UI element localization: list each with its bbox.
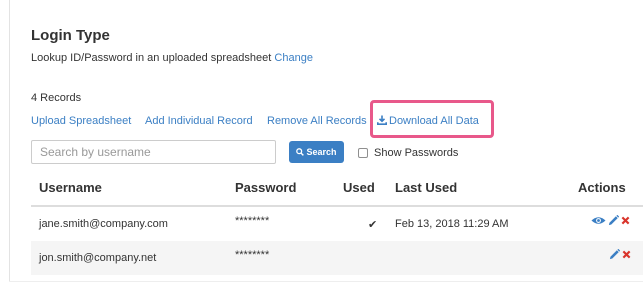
view-icon[interactable] — [591, 215, 606, 226]
last-used-cell: Feb 13, 2018 11:29 AM — [395, 218, 509, 230]
column-header-password: Password — [235, 180, 297, 195]
edit-icon[interactable] — [609, 249, 620, 260]
used-checkmark-icon: ✔ — [368, 219, 378, 231]
password-cell: ******** — [235, 215, 270, 227]
login-type-description: Lookup ID/Password in an uploaded spread… — [31, 52, 313, 64]
column-header-username: Username — [39, 180, 102, 195]
column-header-actions: Actions — [578, 180, 626, 195]
download-highlight-callout — [370, 100, 494, 138]
username-cell: jane.smith@company.com — [39, 218, 168, 230]
show-passwords-toggle: Show Passwords — [358, 147, 458, 159]
add-individual-record-link[interactable]: Add Individual Record — [145, 115, 253, 127]
row-actions — [609, 249, 631, 260]
search-icon — [296, 148, 305, 156]
show-passwords-checkbox[interactable] — [358, 148, 368, 158]
delete-icon[interactable] — [621, 216, 630, 225]
column-header-used: Used — [343, 180, 375, 195]
records-count: 4 Records — [31, 92, 82, 104]
search-button-label: Search — [306, 147, 337, 157]
username-cell: jon.smith@company.net — [39, 252, 157, 264]
upload-spreadsheet-link[interactable]: Upload Spreadsheet — [31, 115, 131, 127]
search-username-input[interactable] — [31, 140, 276, 164]
delete-icon[interactable] — [622, 250, 631, 259]
password-cell: ******** — [235, 249, 270, 261]
page-left-border — [9, 0, 10, 282]
show-passwords-label: Show Passwords — [374, 147, 459, 159]
login-type-description-text: Lookup ID/Password in an uploaded spread… — [31, 52, 272, 64]
edit-icon[interactable] — [608, 215, 619, 226]
column-header-last-used: Last Used — [395, 180, 458, 195]
table-header: Username Password Used Last Used Actions — [31, 167, 643, 207]
row-actions — [591, 215, 630, 226]
remove-all-records-link[interactable]: Remove All Records — [267, 115, 367, 127]
login-type-heading: Login Type — [31, 27, 110, 44]
change-login-type-link[interactable]: Change — [274, 52, 313, 64]
table-row: jane.smith@company.com ******** ✔ Feb 13… — [31, 207, 643, 242]
table-row: jon.smith@company.net ******** — [31, 241, 643, 275]
search-button[interactable]: Search — [289, 141, 344, 163]
